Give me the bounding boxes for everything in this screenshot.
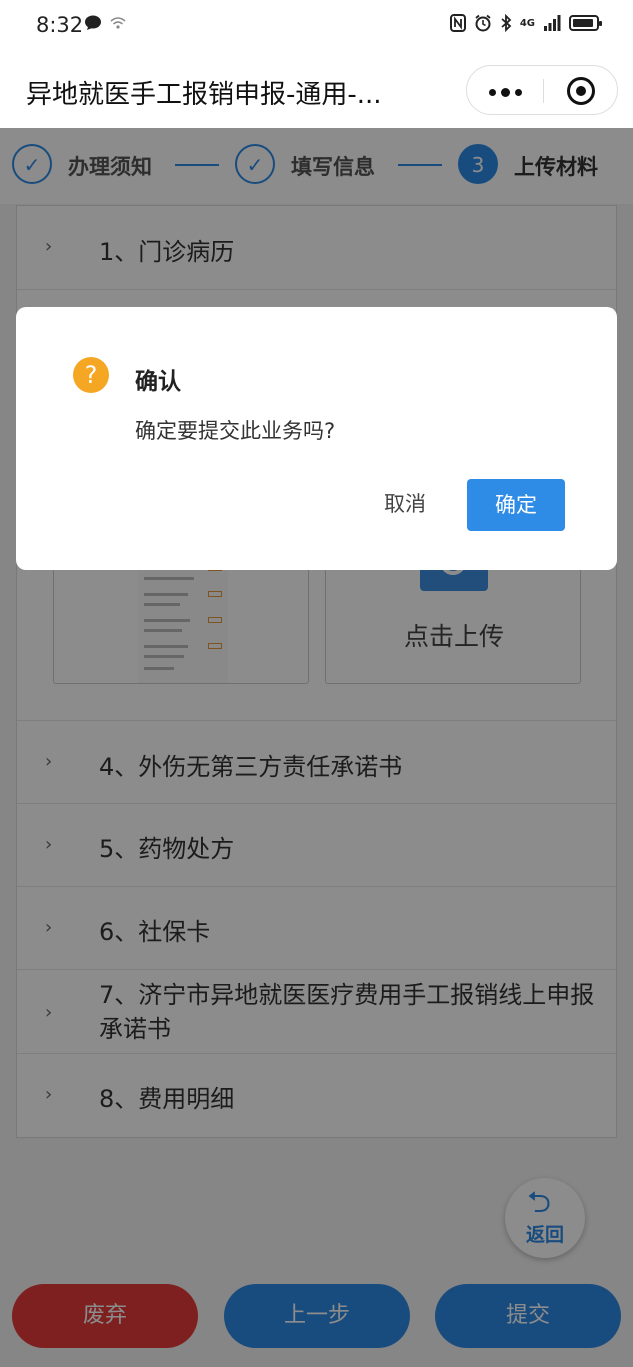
status-time: 8:32: [36, 13, 84, 37]
nfc-icon: [449, 14, 466, 32]
status-left-icons: [84, 15, 126, 31]
status-bar: 8:32 4G: [0, 0, 633, 52]
confirm-button[interactable]: 确定: [467, 479, 565, 531]
network-label: 4G: [519, 17, 535, 29]
wifi-icon: [110, 17, 126, 29]
confirm-dialog: ? 确认 确定要提交此业务吗? 取消 确定: [16, 307, 617, 570]
status-right-icons: 4G: [449, 14, 602, 32]
close-mini-program-icon[interactable]: [567, 77, 595, 105]
dialog-title: 确认: [135, 369, 181, 395]
chat-bubble-icon: [85, 15, 101, 30]
battery-icon: [569, 15, 602, 31]
signal-icon: [544, 15, 561, 31]
bluetooth-icon: [501, 14, 512, 32]
capsule-divider: [543, 79, 544, 103]
question-icon: ?: [73, 357, 109, 393]
nav-bar: 异地就医手工报销申报-通用-...: [0, 52, 633, 128]
cancel-button[interactable]: 取消: [371, 478, 439, 530]
alarm-icon: [475, 14, 491, 32]
page-title: 异地就医手工报销申报-通用-...: [26, 80, 382, 110]
dialog-message: 确定要提交此业务吗?: [135, 419, 336, 443]
more-icon[interactable]: [489, 88, 522, 97]
mini-program-capsule: [466, 65, 618, 115]
